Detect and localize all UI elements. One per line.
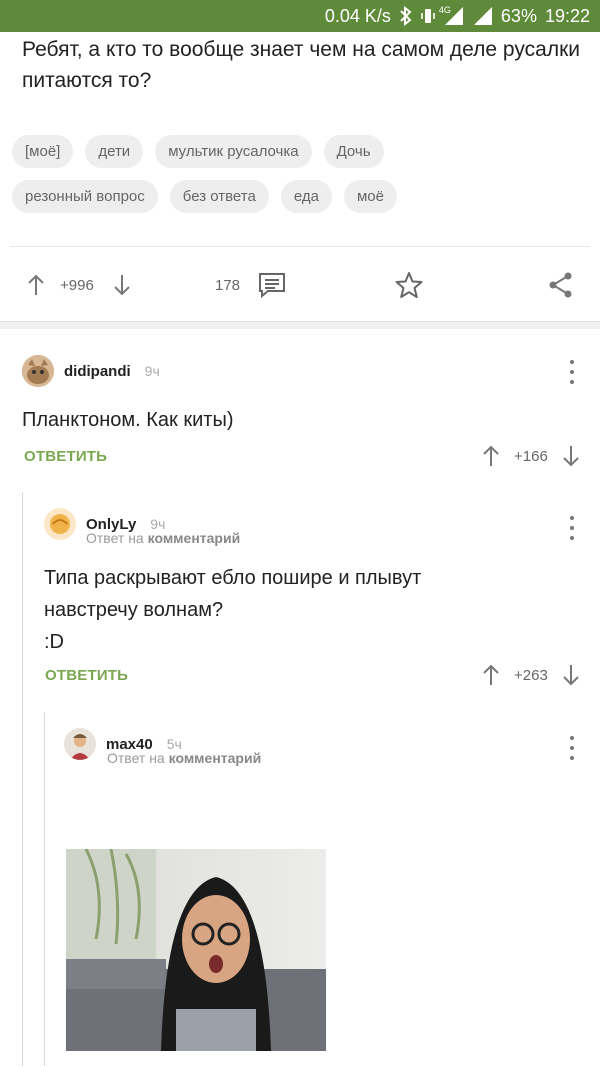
comment-text: Типа раскрывают ебло пошире и плывут нав… [44,562,564,658]
arrow-up-icon [28,274,44,295]
favorite-button[interactable] [395,262,423,308]
comment-time: 9ч [144,363,160,379]
vibrate-icon [421,7,435,25]
tag-row: резонный вопрос без ответа еда моё [12,180,592,213]
reply-button[interactable]: ОТВЕТИТЬ [24,448,107,465]
avatar[interactable] [22,355,54,387]
comments-button[interactable] [258,262,286,308]
comment-text-line: Типа раскрывают ебло пошире и плывут [44,567,422,589]
avatar[interactable] [64,728,96,760]
divider [10,246,590,247]
comment-rating: +166 [514,447,548,465]
tag-row: [моё] дети мультик русалочка Дочь [12,135,592,168]
signal-4g-icon: 4G [439,5,465,25]
downvote-button[interactable] [112,262,132,308]
post-actions: +996 178 [0,262,600,308]
more-options-icon[interactable] [568,736,576,760]
network-type: 4G [438,5,451,15]
comment: didipandi 9ч Планктоном. Как киты) ОТВЕТ… [0,340,600,480]
tag[interactable]: Дочь [323,135,384,168]
avatar[interactable] [44,508,76,540]
post-text: Ребят, а кто то вообще знает чем на само… [22,38,580,92]
battery-level: 63% [500,5,537,26]
network-speed: 0.04 K/s [324,5,391,26]
comment-username[interactable]: didipandi [64,363,131,380]
reply-to-line: Ответ на комментарий [107,750,261,766]
reply-to-line: Ответ на комментарий [86,530,240,546]
tag-list: [моё] дети мультик русалочка Дочь резонн… [12,135,592,225]
comment: OnlyLy 9ч Ответ на комментарий Типа раск… [0,500,600,700]
share-button[interactable] [548,262,574,308]
status-bar: 0.04 K/s 4G 63% 19:22 [0,0,600,32]
reply-to-label: Ответ на [107,750,165,766]
post-rating: +996 [60,276,94,294]
comment-image[interactable] [66,849,326,1051]
tag[interactable]: дети [85,135,144,168]
share-icon [549,272,572,298]
tag[interactable]: резонный вопрос [12,180,158,213]
tag[interactable]: моё [343,180,397,213]
comment-rating: +263 [514,666,548,684]
bluetooth-icon [399,6,413,26]
reply-button[interactable]: ОТВЕТИТЬ [45,667,128,684]
arrow-down-icon[interactable] [562,444,580,468]
star-icon [395,272,423,298]
comments-count: 178 [215,276,241,294]
arrow-down-icon [114,275,130,296]
comment-header: didipandi 9ч [22,355,160,387]
tag[interactable]: еда [280,180,332,213]
reply-to-link[interactable]: комментарий [169,750,262,766]
arrow-up-icon[interactable] [482,663,500,687]
arrow-up-icon[interactable] [482,444,500,468]
more-options-icon[interactable] [568,360,576,384]
tag[interactable]: мультик русалочка [155,135,312,168]
comment-text-line: навстречу волнам? [44,599,224,621]
comment-vote: +263 [482,663,580,687]
section-separator [0,321,600,329]
comment-vote: +166 [482,444,580,468]
comment-icon [259,273,285,298]
arrow-down-icon[interactable] [562,663,580,687]
tag[interactable]: без ответа [169,180,269,213]
more-options-icon[interactable] [568,516,576,540]
upvote-button[interactable] [26,262,46,308]
tag[interactable]: [моё] [12,135,74,168]
reply-to-label: Ответ на [86,530,144,546]
clock: 19:22 [544,5,590,26]
reply-to-link[interactable]: комментарий [148,530,241,546]
comment-text-line: :D [44,631,64,653]
comment-text: Планктоном. Как киты) [22,409,234,431]
signal-icon [473,7,493,25]
